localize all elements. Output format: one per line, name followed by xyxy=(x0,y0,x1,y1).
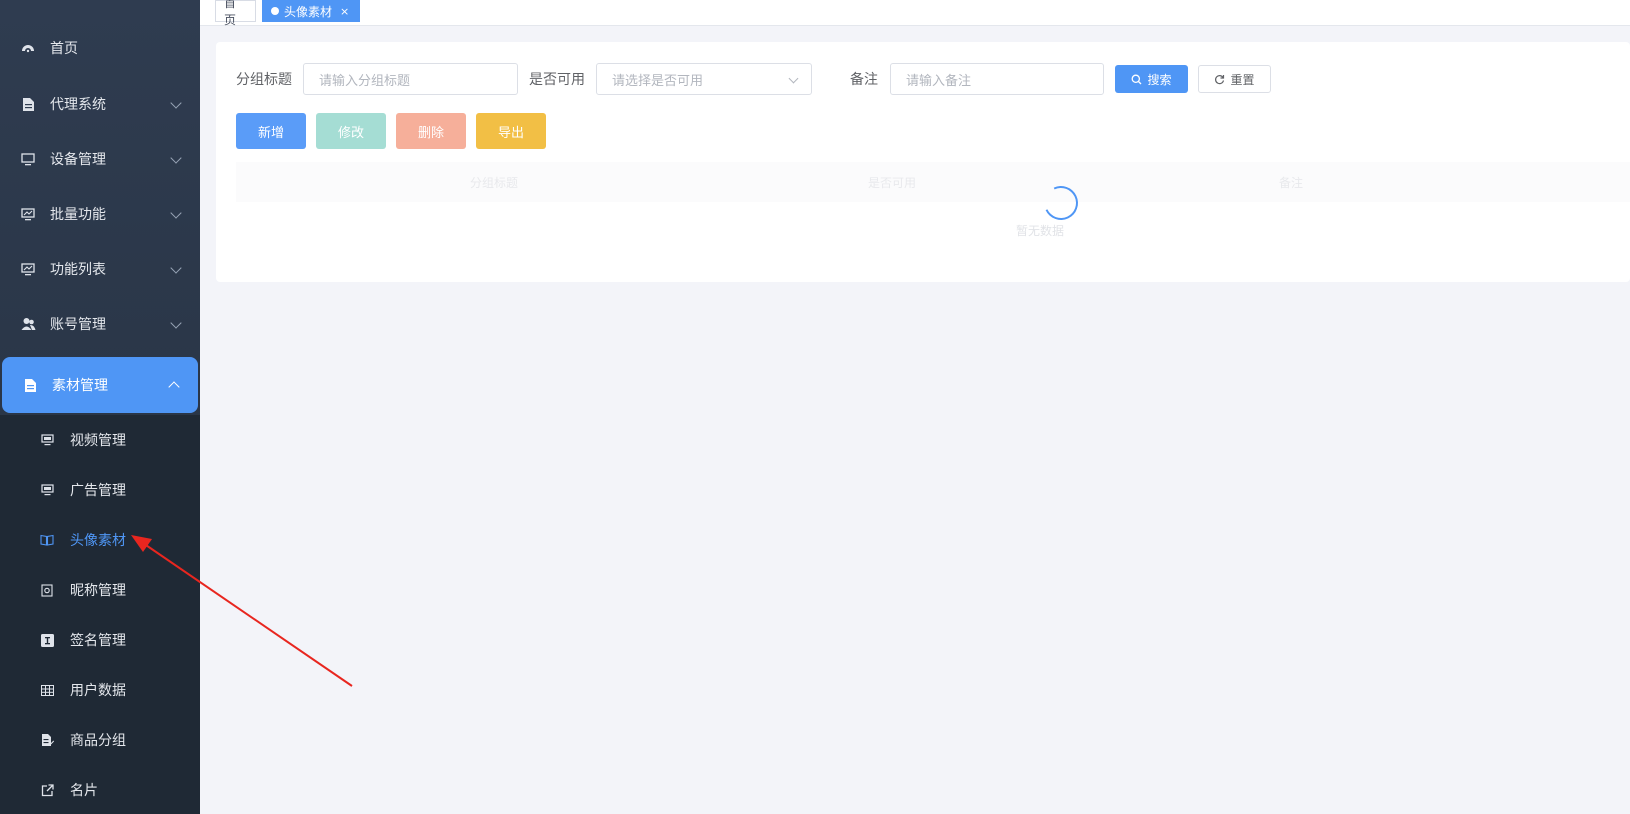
search-button[interactable]: 搜索 xyxy=(1115,65,1188,93)
button-label: 重置 xyxy=(1230,72,1255,87)
tab-label: 首页 xyxy=(224,0,237,27)
chevron-down-icon xyxy=(170,317,182,329)
submenu-item-nickname[interactable]: 昵称管理 xyxy=(0,565,200,615)
tab-avatar-material[interactable]: 头像素材 × xyxy=(262,0,360,22)
column-header-available: 是否可用 xyxy=(868,176,917,190)
monitor-icon xyxy=(40,433,54,447)
sidebar-item-label: 首页 xyxy=(50,41,78,57)
content-panel: 分组标题 请输入分组标题 是否可用 请选择是否可用 备注 请输入备注 搜索 重置… xyxy=(216,42,1630,282)
available-label: 是否可用 xyxy=(529,72,585,88)
dashboard-icon xyxy=(20,40,36,56)
sidebar-item-label: 代理系统 xyxy=(50,97,106,113)
edit-doc-icon xyxy=(40,733,54,747)
sidebar-item-materials[interactable]: 素材管理 xyxy=(2,357,198,413)
chart-monitor-icon xyxy=(20,206,36,222)
monitor-icon xyxy=(20,151,36,167)
chevron-down-icon xyxy=(170,97,182,109)
sidebar-item-agent-system[interactable]: 代理系统 xyxy=(0,76,200,132)
submenu-item-label: 昵称管理 xyxy=(70,583,126,599)
materials-submenu: 视频管理 广告管理 头像素材 昵称管理 签名管理 用户数据 商品分组 名片 xyxy=(0,415,200,814)
submenu-item-user-data[interactable]: 用户数据 xyxy=(0,665,200,715)
document-icon xyxy=(20,96,36,112)
table-icon xyxy=(40,683,54,697)
sidebar-item-label: 账号管理 xyxy=(50,317,106,333)
external-link-icon xyxy=(40,783,54,797)
sidebar-item-label: 素材管理 xyxy=(52,378,108,394)
table-header: 分组标题 是否可用 备注 xyxy=(236,162,1630,202)
sidebar-item-label: 批量功能 xyxy=(50,207,106,223)
sidebar-item-device[interactable]: 设备管理 xyxy=(0,131,200,187)
button-label: 删除 xyxy=(417,125,444,141)
submenu-item-label: 视频管理 xyxy=(70,433,126,449)
remark-label: 备注 xyxy=(850,72,878,88)
sidebar-item-home[interactable]: 首页 xyxy=(0,20,200,76)
placeholder: 请选择是否可用 xyxy=(612,73,704,89)
sidebar-item-label: 功能列表 xyxy=(50,262,106,278)
search-icon xyxy=(1132,74,1142,84)
button-label: 新增 xyxy=(257,125,284,141)
chevron-up-icon xyxy=(168,381,180,393)
submenu-item-label: 用户数据 xyxy=(70,683,126,699)
delete-button[interactable]: 删除 xyxy=(396,113,466,149)
chevron-down-icon xyxy=(170,262,182,274)
chevron-down-icon xyxy=(170,152,182,164)
submenu-item-label: 头像素材 xyxy=(70,533,126,549)
export-button[interactable]: 导出 xyxy=(476,113,546,149)
column-header-group-title: 分组标题 xyxy=(470,176,519,190)
close-icon[interactable]: × xyxy=(340,5,349,18)
sidebar-item-label: 设备管理 xyxy=(50,152,106,168)
users-icon xyxy=(20,316,36,332)
sidebar: 首页 代理系统 设备管理 批量功能 功能列表 账号管理 素材管理 视频管理 广告… xyxy=(0,0,200,814)
chart-monitor-icon xyxy=(20,261,36,277)
submenu-item-ads[interactable]: 广告管理 xyxy=(0,465,200,515)
submenu-item-label: 签名管理 xyxy=(70,633,126,649)
placeholder: 请输入分组标题 xyxy=(319,73,411,89)
remark-input[interactable]: 请输入备注 xyxy=(890,63,1104,95)
submenu-item-label: 广告管理 xyxy=(70,483,126,499)
submenu-item-business-card[interactable]: 名片 xyxy=(0,765,200,814)
available-select[interactable]: 请选择是否可用 xyxy=(596,63,812,95)
group-title-label: 分组标题 xyxy=(236,72,292,88)
tab-home[interactable]: 首页 xyxy=(215,0,256,27)
tags-view: 首页 头像素材 × xyxy=(200,0,1630,27)
sidebar-item-account[interactable]: 账号管理 xyxy=(0,296,200,352)
column-header-remark: 备注 xyxy=(1279,176,1304,190)
submenu-item-label: 商品分组 xyxy=(70,733,126,749)
refresh-icon xyxy=(1215,74,1225,84)
text-icon xyxy=(40,633,54,647)
safe-icon xyxy=(40,583,54,597)
empty-text: 暂无数据 xyxy=(1016,224,1065,238)
group-title-input[interactable]: 请输入分组标题 xyxy=(303,63,518,95)
active-dot-icon xyxy=(271,7,279,15)
submenu-item-avatar[interactable]: 头像素材 xyxy=(0,515,200,565)
button-label: 搜索 xyxy=(1147,72,1172,87)
book-icon xyxy=(40,533,54,547)
tab-label: 头像素材 xyxy=(284,4,333,19)
add-button[interactable]: 新增 xyxy=(236,113,306,149)
monitor-icon xyxy=(40,483,54,497)
submenu-item-product-group[interactable]: 商品分组 xyxy=(0,715,200,765)
reset-button[interactable]: 重置 xyxy=(1198,65,1271,93)
sidebar-item-function-list[interactable]: 功能列表 xyxy=(0,241,200,297)
submenu-item-video[interactable]: 视频管理 xyxy=(0,415,200,465)
submenu-item-signature[interactable]: 签名管理 xyxy=(0,615,200,665)
submenu-item-label: 名片 xyxy=(70,783,98,799)
sidebar-item-batch[interactable]: 批量功能 xyxy=(0,186,200,242)
button-label: 导出 xyxy=(497,125,524,141)
placeholder: 请输入备注 xyxy=(906,73,972,89)
chevron-down-icon xyxy=(170,207,182,219)
edit-button[interactable]: 修改 xyxy=(316,113,386,149)
button-label: 修改 xyxy=(337,125,364,141)
chevron-down-icon xyxy=(788,73,799,84)
document-icon xyxy=(22,377,38,393)
